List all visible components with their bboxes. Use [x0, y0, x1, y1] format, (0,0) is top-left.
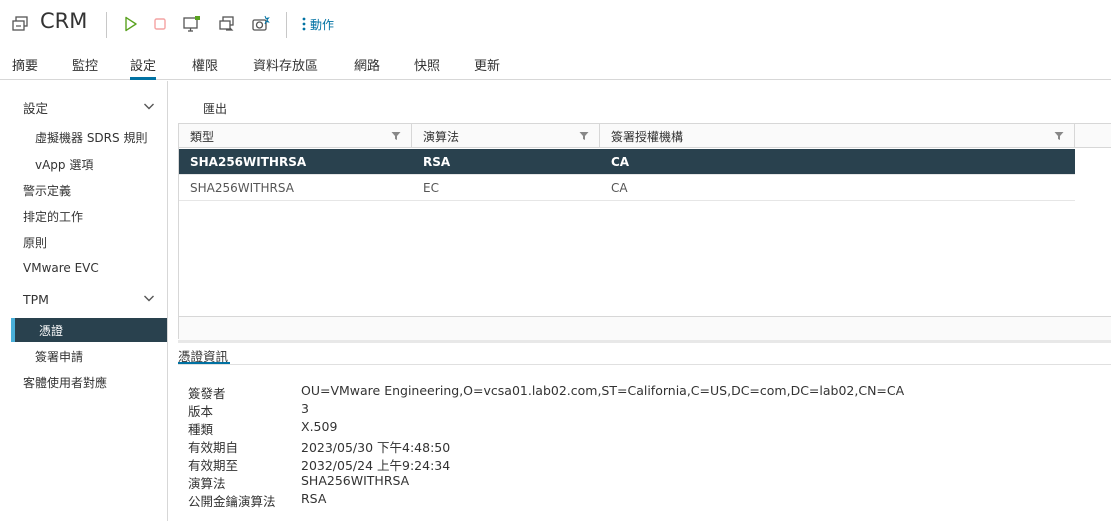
- detail-label-issuer: 簽發者: [188, 386, 226, 401]
- tab-datastores[interactable]: 資料存放區: [253, 55, 318, 80]
- detail-value-valid-to: 2032/05/24 上午9:24:34: [301, 458, 451, 473]
- sidebar-item-vmware-evc[interactable]: VMware EVC: [0, 256, 167, 280]
- snapshot-icon: [252, 15, 270, 31]
- stop-icon: [154, 18, 166, 30]
- tab-monitor[interactable]: 監控: [72, 55, 98, 80]
- sidebar-item-signing-requests[interactable]: 簽署申請: [0, 344, 167, 368]
- table-row[interactable]: SHA256WITHRSA EC CA: [179, 175, 1075, 201]
- sidebar-group-label: TPM: [23, 291, 49, 307]
- column-header-type[interactable]: 類型: [179, 124, 412, 148]
- detail-value-valid-from: 2023/05/30 下午4:48:50: [301, 440, 451, 455]
- sidebar-item-label: 憑證: [39, 323, 64, 338]
- detail-value-version: 3: [301, 401, 309, 416]
- sidebar-item-label: 原則: [23, 235, 48, 250]
- sidebar-item-certificates[interactable]: 憑證: [11, 318, 167, 342]
- detail-value-issuer: OU=VMware Engineering,O=vcsa01.lab02.com…: [301, 383, 905, 398]
- table-cell: SHA256WITHRSA: [190, 155, 307, 169]
- tab-bar: 摘要 監控 設定 權限 資料存放區 網路 快照 更新: [0, 52, 1111, 80]
- toolbar-divider: [106, 12, 107, 38]
- table-cell: RSA: [423, 155, 451, 169]
- grid-header: 類型 演算法 簽署授權機構: [179, 124, 1111, 148]
- chevron-down-icon: [144, 103, 154, 110]
- details-title: 憑證資訊: [178, 346, 231, 364]
- table-cell: SHA256WITHRSA: [190, 181, 294, 195]
- table-cell: CA: [611, 181, 628, 195]
- sidebar-group-label: 設定: [23, 100, 49, 116]
- power-off-button[interactable]: [149, 13, 171, 35]
- object-header: CRM 動作: [0, 0, 1111, 48]
- divider: [178, 364, 1111, 365]
- detail-value-kind: X.509: [301, 419, 338, 434]
- sidebar: 設定 虛擬機器 SDRS 規則 vApp 選項 警示定義 排定的工作 原則 VM…: [0, 81, 168, 521]
- tab-snapshots[interactable]: 快照: [414, 55, 440, 80]
- tab-updates[interactable]: 更新: [474, 55, 500, 80]
- migrate-button[interactable]: [216, 13, 238, 35]
- grid-footer: [179, 316, 1111, 340]
- detail-label-valid-to: 有效期至: [188, 458, 239, 473]
- detail-label-algorithm: 演算法: [188, 476, 226, 491]
- column-header-label: 演算法: [423, 129, 460, 144]
- sidebar-item-label: 警示定義: [23, 183, 72, 198]
- more-vertical-icon: [302, 17, 306, 31]
- detail-label-public-key-algorithm: 公開金鑰演算法: [188, 494, 276, 509]
- sidebar-item-label: 虛擬機器 SDRS 規則: [35, 130, 148, 145]
- sidebar-group-tpm[interactable]: TPM: [0, 287, 167, 311]
- console-icon: [183, 16, 200, 32]
- table-cell: CA: [611, 155, 630, 169]
- sidebar-item-label: 簽署申請: [35, 349, 84, 364]
- column-header-signing-authority[interactable]: 簽署授權機構: [600, 124, 1075, 148]
- detail-label-kind: 種類: [188, 422, 214, 437]
- page-title: CRM: [40, 9, 88, 33]
- actions-label: 動作: [310, 17, 335, 32]
- filter-icon[interactable]: [579, 131, 589, 141]
- tab-permissions[interactable]: 權限: [192, 55, 218, 80]
- power-on-button[interactable]: [120, 13, 142, 35]
- vm-icon: [11, 14, 31, 34]
- column-header-label: 類型: [190, 129, 215, 144]
- sidebar-item-scheduled-tasks[interactable]: 排定的工作: [0, 204, 167, 228]
- sidebar-item-guest-user-mappings[interactable]: 客體使用者對應: [0, 370, 167, 394]
- migrate-icon: [219, 16, 234, 31]
- sidebar-item-vapp-options[interactable]: vApp 選項: [0, 152, 167, 176]
- certificate-grid: 類型 演算法 簽署授權機構 SHA256WITHRSA RSA CA SHA25…: [178, 123, 1111, 340]
- detail-value-algorithm: SHA256WITHRSA: [301, 473, 410, 488]
- splitter-handle[interactable]: [178, 340, 1111, 343]
- filter-icon[interactable]: [391, 131, 401, 141]
- tab-summary[interactable]: 摘要: [12, 55, 38, 80]
- sidebar-group-settings[interactable]: 設定: [0, 95, 167, 119]
- snapshot-button[interactable]: [249, 13, 271, 35]
- sidebar-item-label: 客體使用者對應: [23, 375, 108, 390]
- table-cell: EC: [423, 181, 439, 195]
- launch-console-button[interactable]: [181, 13, 203, 35]
- play-icon: [125, 16, 137, 32]
- detail-label-valid-from: 有效期自: [188, 440, 239, 455]
- sidebar-item-policies[interactable]: 原則: [0, 230, 167, 254]
- detail-value-public-key-algorithm: RSA: [301, 491, 327, 506]
- chevron-down-icon: [144, 295, 154, 302]
- sidebar-item-sdrs-rules[interactable]: 虛擬機器 SDRS 規則: [0, 125, 167, 149]
- column-header-algorithm[interactable]: 演算法: [412, 124, 600, 148]
- table-row[interactable]: SHA256WITHRSA RSA CA: [179, 149, 1075, 175]
- sidebar-item-label: vApp 選項: [35, 157, 94, 172]
- tab-configure[interactable]: 設定: [130, 55, 157, 80]
- actions-menu-button[interactable]: 動作: [302, 14, 334, 34]
- sidebar-item-alarm-definitions[interactable]: 警示定義: [0, 178, 167, 202]
- sidebar-item-label: VMware EVC: [23, 261, 99, 275]
- column-header-label: 簽署授權機構: [611, 129, 684, 144]
- tab-networks[interactable]: 網路: [354, 55, 380, 80]
- toolbar-divider: [286, 12, 287, 38]
- filter-icon[interactable]: [1054, 131, 1064, 141]
- detail-label-version: 版本: [188, 404, 214, 419]
- sidebar-item-label: 排定的工作: [23, 209, 84, 224]
- export-button[interactable]: 匯出: [203, 100, 227, 117]
